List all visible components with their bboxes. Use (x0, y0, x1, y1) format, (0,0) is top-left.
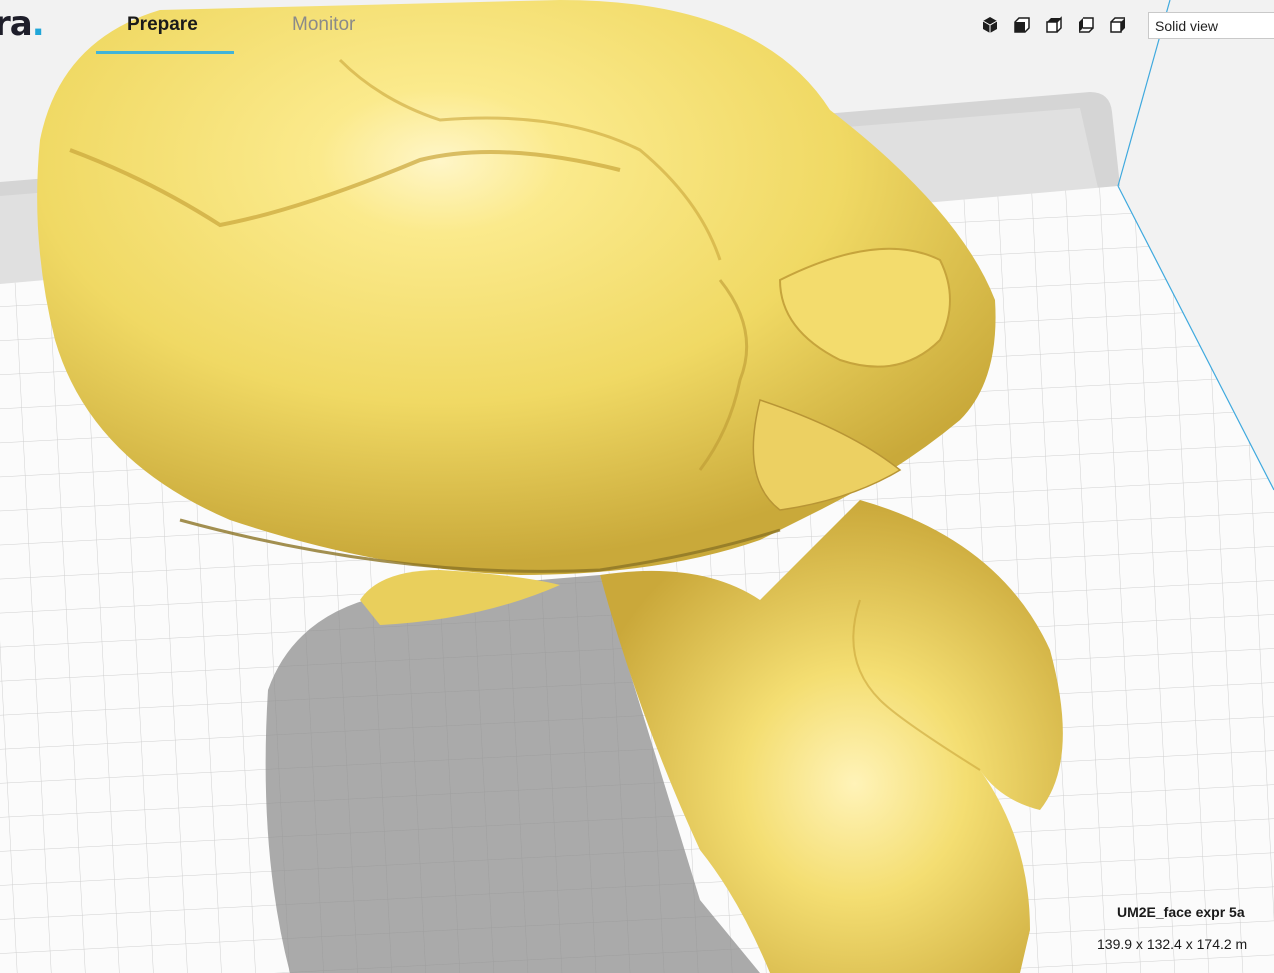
view-mode-select[interactable]: Solid view (1148, 12, 1274, 39)
camera-view-buttons (980, 15, 1128, 35)
tab-monitor[interactable]: Monitor (292, 14, 355, 36)
3d-viewport[interactable] (0, 0, 1274, 973)
logo-dot: . (31, 4, 45, 44)
app-logo: ra. (0, 4, 45, 44)
front-view-icon[interactable] (1012, 15, 1032, 35)
tab-prepare[interactable]: Prepare (127, 14, 198, 36)
left-view-icon[interactable] (1076, 15, 1096, 35)
object-dimensions: 139.9 x 132.4 x 174.2 m (1097, 936, 1248, 952)
object-name: UM2E_face expr 5a (1117, 904, 1245, 920)
right-view-icon[interactable] (1108, 15, 1128, 35)
logo-text: ra (0, 4, 33, 44)
3d-view-icon[interactable] (980, 15, 1000, 35)
scene (0, 0, 1274, 973)
top-view-icon[interactable] (1044, 15, 1064, 35)
